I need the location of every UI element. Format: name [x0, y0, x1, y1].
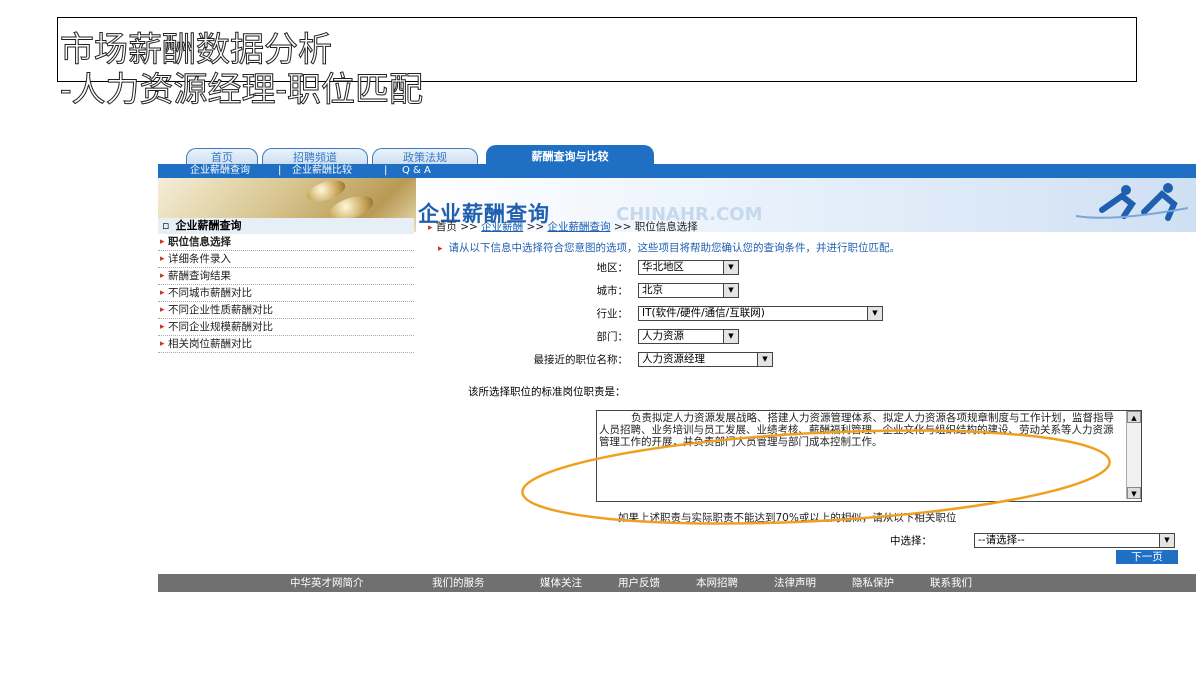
breadcrumb-level2[interactable]: 企业薪酬查询 [547, 221, 610, 233]
arrow-icon: ▸ [160, 305, 165, 315]
sidebar-item-related-compare[interactable]: ▸ 相关岗位薪酬对比 [158, 336, 414, 353]
sidebar-item-size-compare[interactable]: ▸ 不同企业规模薪酬对比 [158, 319, 414, 336]
sidebar-item-label: 职位信息选择 [168, 236, 231, 248]
chevron-down-icon: ▼ [723, 330, 738, 343]
breadcrumb-home[interactable]: 首页 [436, 221, 457, 233]
footer-link-legal[interactable]: 法律声明 [774, 574, 816, 592]
arrow-icon: ▸ [160, 339, 165, 349]
responsibility-text: 负责拟定人力资源发展战略、搭建人力资源管理体系、拟定人力资源各项规章制度与工作计… [599, 412, 1114, 448]
arrow-icon: ▸ [160, 254, 165, 264]
sidebar-item-label: 详细条件录入 [168, 253, 231, 265]
region-value: 华北地区 [642, 261, 684, 273]
arrow-icon: ▸ [428, 223, 433, 233]
slide-title-line-2: -人力资源经理-职位匹配 [60, 70, 424, 111]
next-page-button[interactable]: 下一页 [1116, 550, 1178, 564]
position-label: 最接近的职位名称： [533, 354, 629, 366]
arrow-icon: ▸ [438, 244, 443, 254]
footer-link-services[interactable]: 我们的服务 [432, 574, 485, 592]
subnav-company-compare[interactable]: 企业薪酬比较 [292, 164, 352, 178]
sidebar-item-position-select[interactable]: ▸ 职位信息选择 [158, 234, 414, 251]
footer-link-media[interactable]: 媒体关注 [540, 574, 582, 592]
sidebar-item-label: 不同城市薪酬对比 [168, 287, 252, 299]
region-select[interactable]: 华北地区 ▼ [638, 260, 739, 275]
arrow-icon: ▸ [160, 271, 165, 281]
subnav-company-query[interactable]: 企业薪酬查询 [190, 164, 250, 178]
sidebar-item-label: 不同企业规模薪酬对比 [168, 321, 273, 333]
related-position-value: --请选择-- [978, 534, 1025, 546]
scroll-down-icon[interactable]: ▼ [1127, 487, 1141, 499]
footer-link-feedback[interactable]: 用户反馈 [618, 574, 660, 592]
similarity-note: 如果上述职责与实际职责不能达到70%或以上的相似，请从以下相关职位 [618, 512, 957, 524]
sidebar-item-ownership-compare[interactable]: ▸ 不同企业性质薪酬对比 [158, 302, 414, 319]
subnav-divider: | [384, 165, 388, 176]
position-select[interactable]: 人力资源经理 ▼ [638, 352, 773, 367]
chevron-down-icon: ▼ [867, 307, 882, 320]
arrow-icon: ▸ [160, 322, 165, 332]
city-select[interactable]: 北京 ▼ [638, 283, 739, 298]
subnav-divider: | [278, 165, 282, 176]
breadcrumb-separator: >> [613, 221, 632, 233]
region-label: 地区： [596, 262, 629, 274]
industry-select[interactable]: IT(软件/硬件/通信/互联网) ▼ [638, 306, 883, 321]
main-content: ▸ 首页 >> 企业薪酬 >> 企业薪酬查询 >> 职位信息选择 ▸ 请从以下信息… [428, 220, 1196, 580]
breadcrumb-level1[interactable]: 企业薪酬 [481, 221, 523, 233]
slide-title: 市场薪酬数据分析 -人力资源经理-职位匹配 [60, 30, 424, 111]
position-value: 人力资源经理 [642, 353, 705, 365]
chevron-down-icon: ▼ [757, 353, 772, 366]
breadcrumb-separator: >> [460, 221, 478, 233]
arrow-icon: ▸ [160, 288, 165, 298]
slide-title-line-1: 市场薪酬数据分析 [60, 30, 333, 71]
main-tabs: 首页 招聘频道 政策法规 薪酬查询与比较 [158, 142, 1196, 167]
chevron-down-icon: ▼ [723, 261, 738, 274]
sidebar-item-city-compare[interactable]: ▸ 不同城市薪酬对比 [158, 285, 414, 302]
footer-link-jobs[interactable]: 本网招聘 [696, 574, 738, 592]
runners-logo-icon [1075, 183, 1189, 221]
tab-recruitment-label: 招聘频道 [293, 151, 337, 164]
department-value: 人力资源 [642, 330, 684, 342]
city-value: 北京 [642, 284, 663, 296]
footer-link-contact[interactable]: 联系我们 [930, 574, 972, 592]
footer-link-privacy[interactable]: 隐私保护 [852, 574, 894, 592]
department-label: 部门： [596, 331, 629, 343]
subnav-qa[interactable]: Q & A [402, 164, 431, 178]
choose-label: 中选择： [890, 535, 932, 547]
sidebar-item-label: 薪酬查询结果 [168, 270, 231, 282]
scrollbar[interactable]: ▲ ▼ [1126, 411, 1141, 499]
industry-label: 行业： [596, 308, 629, 320]
breadcrumb-current: 职位信息选择 [634, 221, 698, 233]
sidebar-item-query-result[interactable]: ▸ 薪酬查询结果 [158, 268, 414, 285]
footer-link-about[interactable]: 中华英才网简介 [290, 574, 364, 592]
sub-nav: 企业薪酬查询 | 企业薪酬比较 | Q & A [158, 164, 1196, 178]
sidebar: ▫ 企业薪酬查询 ▸ 职位信息选择 ▸ 详细条件录入 ▸ 薪酬查询结果 ▸ 不同城市薪酬对… [158, 218, 414, 353]
tab-policy-label: 政策法规 [403, 151, 447, 164]
chevron-down-icon: ▼ [1159, 534, 1174, 547]
instruction-text: ▸ 请从以下信息中选择符合您意图的选项，这些项目将帮助您确认您的查询条件，并进行职… [438, 240, 900, 255]
sidebar-item-detail-entry[interactable]: ▸ 详细条件录入 [158, 251, 414, 268]
square-icon: ▫ [162, 219, 170, 232]
industry-value: IT(软件/硬件/通信/互联网) [642, 307, 765, 319]
responsibility-label: 该所选择职位的标准岗位职责是： [468, 386, 626, 398]
city-label: 城市： [596, 285, 629, 297]
department-select[interactable]: 人力资源 ▼ [638, 329, 739, 344]
related-position-select[interactable]: --请选择-- ▼ [974, 533, 1175, 548]
arrow-icon: ▸ [160, 237, 165, 247]
instruction-label: 请从以下信息中选择符合您意图的选项，这些项目将帮助您确认您的查询条件，并进行职位… [448, 242, 901, 254]
breadcrumb: ▸ 首页 >> 企业薪酬 >> 企业薪酬查询 >> 职位信息选择 [428, 220, 698, 235]
sidebar-item-label: 不同企业性质薪酬对比 [168, 304, 273, 316]
tab-salary-query-label: 薪酬查询与比较 [531, 150, 609, 163]
embedded-screenshot: 首页 招聘频道 政策法规 薪酬查询与比较 企业薪酬查询 | 企业薪酬比较 | Q… [158, 142, 1196, 592]
footer-links: 中华英才网简介 我们的服务 媒体关注 用户反馈 本网招聘 法律声明 隐私保护 联… [158, 574, 1196, 592]
sidebar-heading: ▫ 企业薪酬查询 [158, 218, 414, 234]
tab-home-label: 首页 [211, 151, 233, 164]
sidebar-item-label: 相关岗位薪酬对比 [168, 338, 252, 350]
chevron-down-icon: ▼ [723, 284, 738, 297]
responsibility-textarea[interactable]: 负责拟定人力资源发展战略、搭建人力资源管理体系、拟定人力资源各项规章制度与工作计… [596, 410, 1142, 502]
scroll-up-icon[interactable]: ▲ [1127, 411, 1141, 423]
breadcrumb-separator: >> [526, 221, 545, 233]
sidebar-heading-label: 企业薪酬查询 [175, 219, 242, 232]
